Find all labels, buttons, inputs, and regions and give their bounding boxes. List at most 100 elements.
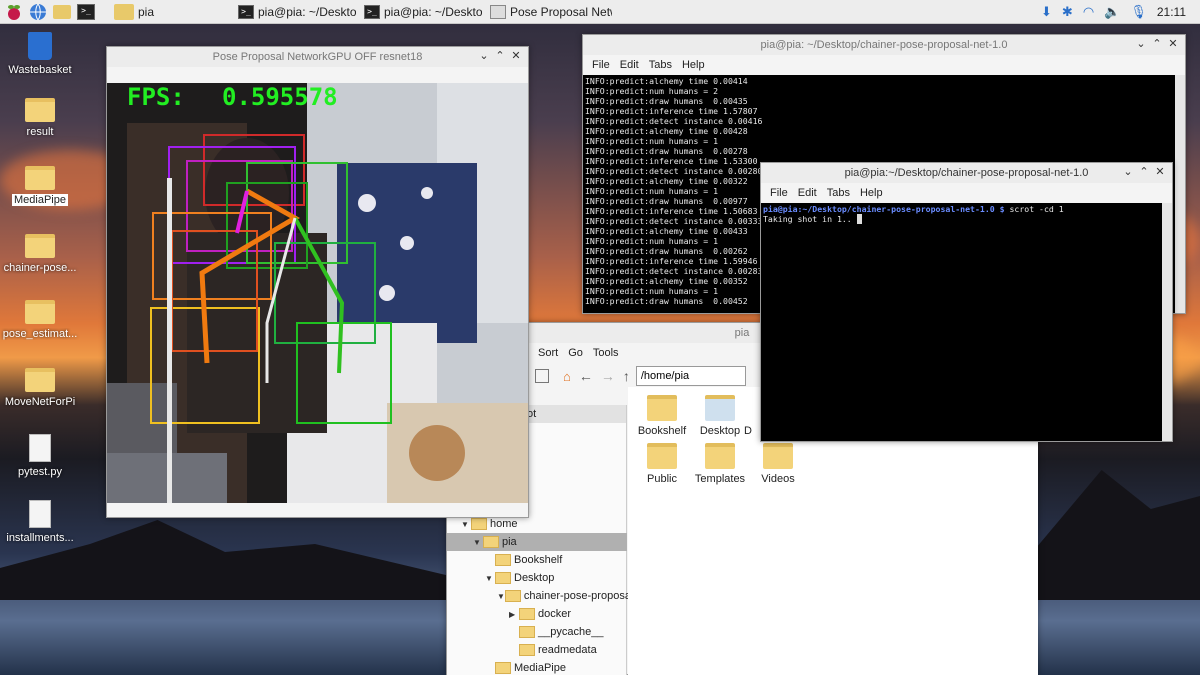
- pose-detection-image: FPS: 0.595578: [107, 83, 528, 503]
- file-item-templates[interactable]: Templates: [692, 443, 748, 485]
- expander-icon[interactable]: ▼: [461, 520, 471, 529]
- expander-icon[interactable]: ▼: [485, 574, 495, 583]
- folder-icon: [25, 98, 55, 122]
- folder-icon: [495, 554, 511, 566]
- file-item-label: D: [744, 425, 752, 437]
- file-item-label: Templates: [694, 473, 746, 485]
- tree-item[interactable]: ▶ docker: [447, 605, 627, 623]
- update-icon[interactable]: ⬇: [1041, 4, 1052, 20]
- file-manager-icon[interactable]: [52, 2, 72, 22]
- terminal-launcher-icon[interactable]: >_: [76, 2, 96, 22]
- desktop-icon-label: pose_estimat...: [2, 328, 78, 340]
- maximize-icon[interactable]: ⌃: [1136, 165, 1152, 178]
- desktop-icon-label: pytest.py: [17, 466, 63, 478]
- microphone-icon[interactable]: 🎙: [1130, 4, 1147, 20]
- up-arrow-icon[interactable]: ↑: [623, 368, 630, 384]
- menu-tabs[interactable]: Tabs: [649, 59, 672, 71]
- folder-icon: [519, 644, 535, 656]
- back-arrow-icon[interactable]: ←: [579, 368, 593, 384]
- menu-edit[interactable]: Edit: [798, 187, 817, 199]
- folder-icon: [504, 590, 521, 602]
- tree-item[interactable]: MediaPipe: [447, 659, 627, 675]
- folder-icon: [25, 368, 55, 392]
- tree-item[interactable]: readmedata: [447, 641, 627, 659]
- taskbar-button-label: pia@pia: ~/Desktop/...: [258, 4, 356, 19]
- menubar: File Edit Tabs Help: [761, 183, 1172, 203]
- menu-edit[interactable]: Edit: [620, 59, 639, 71]
- menu-go[interactable]: Go: [568, 347, 583, 359]
- desktop-icon-mediapipe[interactable]: MediaPipe: [0, 166, 80, 209]
- system-tray: ⬇ ✱ ◠ 🔈 🎙 21:11: [1041, 0, 1200, 24]
- menu-file[interactable]: File: [770, 187, 788, 199]
- close-icon[interactable]: ✕: [508, 49, 524, 62]
- terminal-window-front: pia@pia:~/Desktop/chainer-pose-proposal-…: [760, 162, 1173, 442]
- file-item-label: Bookshelf: [637, 425, 687, 437]
- window-icon: [490, 4, 506, 19]
- desktop-icon-result[interactable]: result: [0, 98, 80, 138]
- terminal-output[interactable]: pia@pia:~/Desktop/chainer-pose-proposal-…: [761, 203, 1162, 441]
- menu-help[interactable]: Help: [860, 187, 883, 199]
- folder-icon: [519, 626, 535, 638]
- volume-icon[interactable]: 🔈: [1104, 4, 1120, 20]
- folder-icon: [647, 395, 677, 421]
- maximize-icon[interactable]: ⌃: [1149, 37, 1165, 50]
- web-browser-icon[interactable]: [28, 2, 48, 22]
- taskbar-button-pose-window[interactable]: Pose Proposal Netwo...: [486, 1, 612, 23]
- wifi-icon[interactable]: ◠: [1083, 4, 1094, 20]
- maximize-icon[interactable]: ⌃: [492, 49, 508, 62]
- file-item-videos[interactable]: Videos: [750, 443, 806, 485]
- view-icon[interactable]: [535, 369, 549, 383]
- menu-tools[interactable]: Tools: [593, 347, 619, 359]
- home-icon[interactable]: ⌂: [563, 369, 571, 384]
- desktop-icon-label: MoveNetForPi: [4, 396, 76, 408]
- file-item-documents[interactable]: D: [738, 395, 758, 437]
- window-titlebar[interactable]: pia@pia: ~/Desktop/chainer-pose-proposal…: [583, 35, 1185, 55]
- tree-item[interactable]: Bookshelf: [447, 551, 627, 569]
- raspberry-menu-icon[interactable]: [4, 2, 24, 22]
- scrollbar[interactable]: [1175, 75, 1185, 313]
- close-icon[interactable]: ✕: [1165, 37, 1181, 50]
- forward-arrow-icon[interactable]: →: [601, 368, 615, 384]
- tree-item[interactable]: ▼ pia: [447, 533, 627, 551]
- minimize-icon[interactable]: ⌄: [476, 49, 492, 62]
- desktop-icon-movenetforpi[interactable]: MoveNetForPi: [0, 368, 80, 408]
- minimize-icon[interactable]: ⌄: [1120, 165, 1136, 178]
- folder-icon: [25, 234, 55, 258]
- menu-tabs[interactable]: Tabs: [827, 187, 850, 199]
- window-title: pia@pia: ~/Desktop/chainer-pose-proposal…: [760, 39, 1008, 51]
- desktop-icon-installments[interactable]: installments...: [0, 500, 80, 544]
- menu-file[interactable]: File: [592, 59, 610, 71]
- bluetooth-icon[interactable]: ✱: [1062, 4, 1073, 20]
- expander-icon[interactable]: ▼: [473, 538, 483, 547]
- taskbar-button-terminal-2[interactable]: >_ pia@pia: ~/Desktop/...: [360, 1, 482, 23]
- tree-item-label: chainer-pose-proposal-n: [523, 590, 644, 602]
- tree-item[interactable]: ▼ Desktop: [447, 569, 627, 587]
- desktop-icon-pytest[interactable]: pytest.py: [0, 434, 80, 478]
- desktop-icon-chainer-pose[interactable]: chainer-pose...: [0, 234, 80, 274]
- folder-icon: [25, 166, 55, 190]
- file-item-public[interactable]: Public: [634, 443, 690, 485]
- menu-help[interactable]: Help: [682, 59, 705, 71]
- folder-icon: [495, 572, 511, 584]
- desktop-icon-pose-estimation[interactable]: pose_estimat...: [0, 300, 80, 340]
- desktop-icon-wastebasket[interactable]: Wastebasket: [0, 32, 80, 76]
- window-titlebar[interactable]: pia@pia:~/Desktop/chainer-pose-proposal-…: [761, 163, 1172, 183]
- tree-item[interactable]: __pycache__: [447, 623, 627, 641]
- window-titlebar[interactable]: Pose Proposal NetworkGPU OFF resnet18 ⌄ ⌃…: [107, 47, 528, 67]
- file-item-bookshelf[interactable]: Bookshelf: [634, 395, 690, 437]
- path-input[interactable]: [635, 366, 746, 386]
- minimize-icon[interactable]: ⌄: [1133, 37, 1149, 50]
- terminal-output-line: Taking shot in 1..: [763, 214, 857, 224]
- folder-icon: [25, 300, 55, 324]
- expander-icon[interactable]: ▼: [497, 592, 505, 601]
- expander-icon[interactable]: ▶: [509, 610, 519, 619]
- taskbar-button-file-manager[interactable]: pia: [110, 1, 230, 23]
- menu-sort[interactable]: Sort: [538, 347, 558, 359]
- tree-item[interactable]: ▼ chainer-pose-proposal-n: [447, 587, 643, 605]
- taskbar-button-terminal-1[interactable]: >_ pia@pia: ~/Desktop/...: [234, 1, 356, 23]
- text-file-icon: [29, 500, 51, 528]
- close-icon[interactable]: ✕: [1152, 165, 1168, 178]
- folder-tree: ▼ home ▼ pia Bookshelf ▼ Desktop ▼ chainer-pose-…: [447, 515, 643, 675]
- scrollbar[interactable]: [1162, 203, 1172, 441]
- clock[interactable]: 21:11: [1157, 5, 1186, 19]
